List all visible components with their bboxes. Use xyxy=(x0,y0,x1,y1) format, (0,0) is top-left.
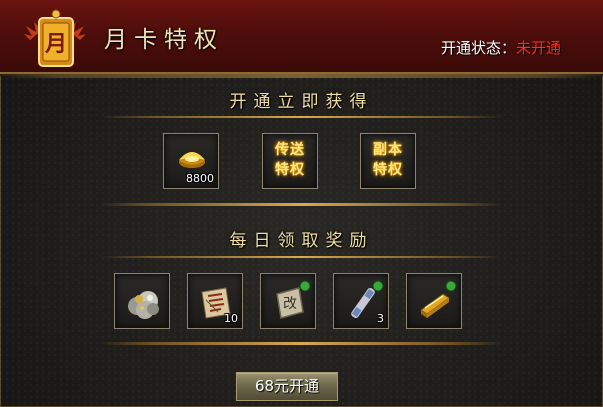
daily-rewards-title: 每日领取奖励 xyxy=(229,231,374,251)
privilege-text-line: 特权 xyxy=(373,162,403,178)
gold-bar-icon xyxy=(420,280,457,318)
divider xyxy=(100,116,503,118)
reward-slot-jade-scroll[interactable]: 3 xyxy=(333,273,389,329)
reward-quantity: 10 xyxy=(224,312,238,325)
divider xyxy=(100,256,503,258)
reward-slot-gold-ingot[interactable]: 8800 xyxy=(163,133,219,189)
divider xyxy=(100,342,503,345)
dungeon-privilege-icon: 副本 特权 xyxy=(361,140,415,180)
activation-status: 开通状态：未开通 xyxy=(441,37,561,58)
tablet-char: 改 xyxy=(283,296,297,312)
reward-slot-stone-tablet[interactable]: 改 xyxy=(260,273,316,329)
badge-char: 月 xyxy=(44,31,67,57)
teleport-privilege-icon: 传送 特权 xyxy=(263,140,317,180)
divider xyxy=(100,203,503,206)
privilege-text-line: 特权 xyxy=(275,162,305,178)
privilege-text-line: 传送 xyxy=(275,142,305,158)
instant-rewards-title: 开通立即获得 xyxy=(229,92,374,112)
stone-tablet-icon: 改 xyxy=(276,280,311,319)
activate-purchase-button[interactable]: 68元开通 xyxy=(236,372,338,401)
reward-quantity: 8800 xyxy=(186,172,214,185)
privilege-text-line: 副本 xyxy=(373,142,403,158)
reward-slot-scroll-document[interactable]: 10 xyxy=(187,273,243,329)
status-value: 未开通 xyxy=(515,39,561,57)
panel-header: 月 月卡特权 开通状态：未开通 xyxy=(0,0,603,78)
reward-slot-silver-ore[interactable] xyxy=(114,273,170,329)
reward-slot-gold-bar[interactable] xyxy=(406,273,462,329)
status-label: 开通状态： xyxy=(440,39,516,57)
reward-quantity: 3 xyxy=(377,312,384,325)
month-card-badge-icon: 月 xyxy=(24,9,86,67)
reward-slot-dungeon-privilege[interactable]: 副本 特权 xyxy=(360,133,416,189)
silver-ore-pile-icon xyxy=(128,291,159,319)
page-title: 月卡特权 xyxy=(104,27,224,53)
reward-slot-teleport-privilege[interactable]: 传送 特权 xyxy=(262,133,318,189)
